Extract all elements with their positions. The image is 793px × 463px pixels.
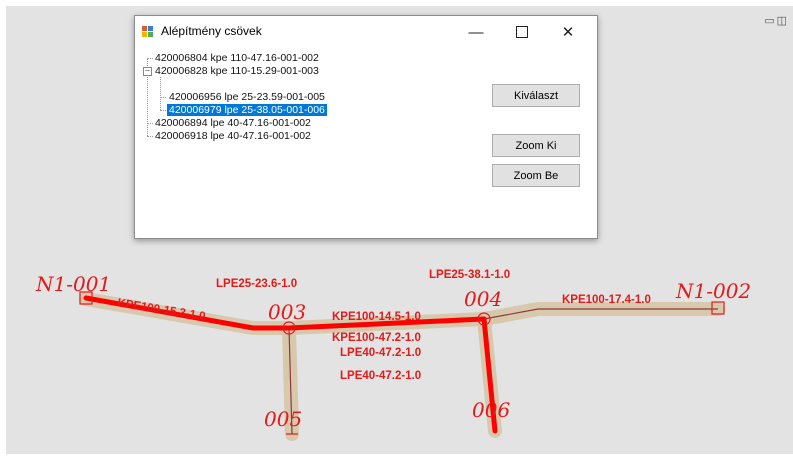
pipe-label-lpe40-47-b: LPE40-47.2-1.0 [340, 370, 421, 382]
pipe-label-lpe25-23: LPE25-23.6-1.0 [216, 278, 297, 290]
tree-item[interactable]: 420006804 kpe 110-47.16-001-002 [155, 52, 319, 65]
pipe-label-kpe100-47: KPE100-47.2-1.0 [332, 332, 421, 344]
pipe-label-kpe100-17: KPE100-17.4-1.0 [562, 294, 651, 306]
node-label-003: 003 [268, 300, 306, 324]
dialog-window[interactable]: Alépítmény csövek — ✕ − 420006804 kpe 11… [134, 15, 598, 239]
tree-item[interactable]: 420006894 lpe 40-47.16-001-002 [155, 117, 311, 130]
node-label-n1-002: N1-002 [675, 279, 751, 303]
node-label-006: 006 [472, 398, 510, 422]
tree-item[interactable]: 420006828 kpe 110-15.29-001-003 [155, 65, 319, 78]
tree-connector [147, 123, 153, 124]
maximize-button[interactable] [499, 16, 545, 48]
tree-item-selected[interactable]: 420006979 lpe 25-38.05-001-006 [167, 104, 327, 117]
dialog-titlebar[interactable]: Alépítmény csövek — ✕ [135, 16, 597, 48]
restore-icon[interactable]: ◫ [777, 14, 789, 27]
tree-item[interactable]: 420006956 lpe 25-23.59-001-005 [169, 91, 325, 104]
dialog-title: Alépítmény csövek [161, 24, 262, 38]
tree-connector [160, 97, 166, 98]
app-icon [142, 26, 154, 38]
pipe-label-kpe100-14: KPE100-14.5-1.0 [332, 311, 421, 323]
node-label-004: 004 [464, 287, 502, 311]
close-button[interactable]: ✕ [545, 16, 591, 48]
minimize-button[interactable]: — [453, 16, 499, 48]
select-button[interactable]: Kiválaszt [492, 84, 580, 107]
zoom-out-button[interactable]: Zoom Ki [492, 134, 580, 157]
tree-connector [147, 136, 153, 137]
maximize-icon [516, 26, 528, 38]
pipe-label-lpe25-38: LPE25-38.1-1.0 [429, 269, 510, 281]
node-label-n1-001: N1-001 [35, 272, 111, 296]
node-label-005: 005 [264, 407, 302, 431]
tree-connector [160, 110, 166, 111]
collapse-icon[interactable]: − [143, 67, 152, 76]
tree-connector [147, 58, 153, 59]
tree-item[interactable]: 420006918 lpe 40-47.16-001-002 [155, 130, 311, 143]
pipe-label-lpe40-47-a: LPE40-47.2-1.0 [340, 347, 421, 359]
minimize-icon[interactable]: ▭ [764, 14, 776, 27]
zoom-in-button[interactable]: Zoom Be [492, 164, 580, 187]
tree-connector [160, 77, 161, 110]
window-controls-corner[interactable]: ▭◫ [764, 14, 789, 27]
